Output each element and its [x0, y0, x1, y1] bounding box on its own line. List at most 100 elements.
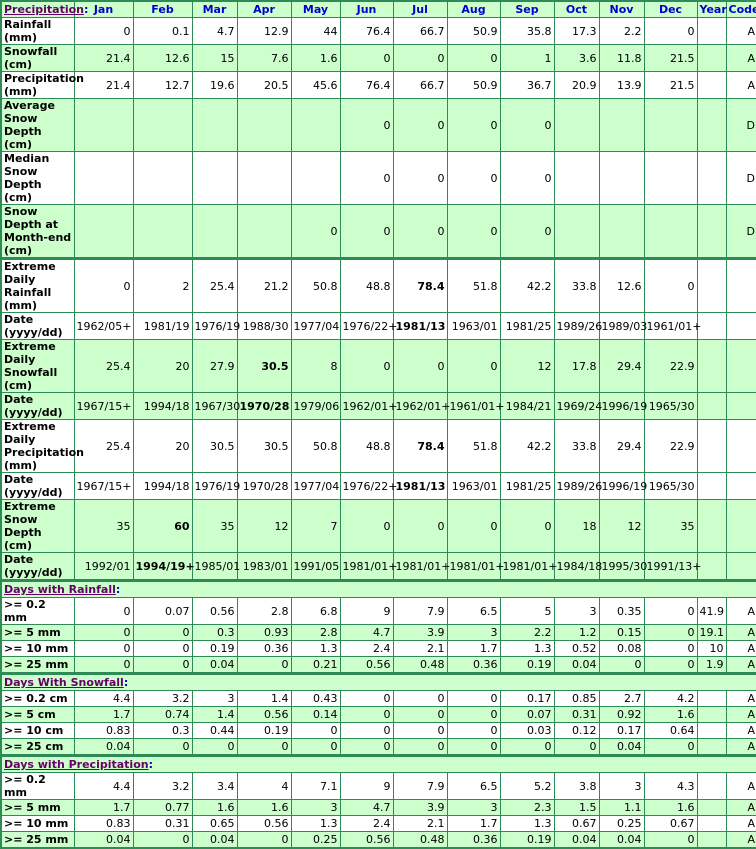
value-cell: 3	[553, 597, 600, 625]
value-cell: 6.5	[446, 772, 501, 800]
value-cell: 0.36	[236, 640, 292, 657]
value-cell: 30.5	[236, 339, 292, 393]
col-header: Jun	[339, 0, 394, 18]
value-cell: 12	[598, 499, 645, 553]
value-cell: 78.4	[392, 257, 448, 313]
code-cell: A	[725, 738, 756, 756]
section-link[interactable]: Days with Rainfall	[4, 583, 116, 596]
value-cell: 1967/30	[191, 392, 240, 420]
year-cell	[696, 151, 727, 205]
value-cell: 0	[446, 738, 501, 756]
value-cell: 7.1	[290, 772, 341, 800]
row-label: >= 25 mm	[0, 831, 75, 849]
value-cell: 1961/01+	[643, 312, 701, 340]
value-cell: 30.5	[191, 419, 238, 473]
table-body: Rainfall (mm) 0 0.1 4.7 12.9 44 76.4 66.7 50.9 35…	[0, 17, 756, 849]
value-cell: 3.6	[553, 44, 600, 72]
value-cell: 1.3	[290, 640, 341, 657]
col-header: Feb	[132, 0, 193, 18]
table-row: >= 25 mm 0.04 0 0.04 0 0.25 0.56 0.48 0.36 0.19 0.…	[0, 831, 756, 849]
value-cell: 1.1	[598, 799, 645, 816]
value-cell: 0	[643, 656, 698, 674]
value-cell	[553, 98, 600, 152]
year-cell	[696, 499, 727, 553]
code-cell	[725, 312, 756, 340]
value-cell: 0	[132, 656, 193, 674]
row-label: Snowfall (cm)	[0, 44, 75, 72]
year-cell	[696, 799, 727, 816]
code-cell: A	[725, 690, 756, 707]
section-link[interactable]: Days With Snowfall	[4, 676, 124, 689]
table-row: Date (yyyy/dd) 1967/15+ 1994/18 1967/30 1970…	[0, 392, 756, 420]
value-cell: 12.7	[132, 71, 193, 99]
value-cell: 1967/15+	[73, 472, 134, 500]
value-cell: 0	[339, 98, 394, 152]
value-cell: 17.3	[553, 17, 600, 45]
value-cell: 0	[446, 722, 501, 739]
table-row: Extreme Daily Snowfall (cm) 25.4 20 27.9 30.…	[0, 339, 756, 393]
value-cell: 1981/13	[392, 472, 448, 500]
value-cell: 25.4	[73, 339, 134, 393]
code-cell: A	[725, 706, 756, 723]
value-cell: 1965/30	[643, 392, 698, 420]
value-cell: 20	[132, 339, 193, 393]
row-label: Date (yyyy/dd)	[0, 552, 75, 581]
value-cell: 0.36	[446, 656, 501, 674]
precipitation-link[interactable]: Precipitation	[4, 3, 84, 16]
value-cell: 1.4	[236, 690, 292, 707]
value-cell: 0.04	[553, 831, 600, 849]
value-cell: 2.1	[392, 815, 448, 832]
value-cell: 1985/01	[191, 552, 240, 581]
col-header: Year	[696, 0, 727, 18]
value-cell: 0.56	[236, 815, 292, 832]
value-cell: 2.2	[598, 17, 645, 45]
col-header: Jul	[392, 0, 448, 18]
value-cell: 0	[290, 204, 341, 259]
value-cell: 0.56	[191, 597, 238, 625]
value-cell: 0	[392, 738, 448, 756]
value-cell: 1962/01+	[392, 392, 450, 420]
table-row: Extreme Daily Precipitation (mm) 25.4 20 30…	[0, 419, 756, 473]
value-cell: 4.7	[339, 799, 394, 816]
year-cell	[696, 738, 727, 756]
value-cell: 0.65	[191, 815, 238, 832]
value-cell: 0	[446, 499, 501, 553]
section-header-row: Days with Rainfall:	[0, 579, 756, 598]
value-cell: 51.8	[446, 419, 501, 473]
value-cell: 1994/19+	[132, 552, 195, 581]
row-label: Median Snow Depth (cm)	[0, 151, 75, 205]
value-cell: 0	[339, 151, 394, 205]
value-cell: 0.52	[553, 640, 600, 657]
value-cell: 2.4	[339, 815, 394, 832]
value-cell: 0.03	[499, 722, 555, 739]
value-cell: 0	[643, 624, 698, 641]
value-cell: 0	[339, 722, 394, 739]
value-cell: 0	[339, 44, 394, 72]
value-cell: 35	[191, 499, 238, 553]
value-cell: 0	[499, 738, 555, 756]
value-cell: 0.85	[553, 690, 600, 707]
section-link[interactable]: Days with Precipitation	[4, 758, 149, 771]
value-cell: 12	[499, 339, 555, 393]
value-cell: 0	[339, 499, 394, 553]
row-label: >= 10 mm	[0, 815, 75, 832]
value-cell: 42.2	[499, 419, 555, 473]
value-cell: 1.7	[73, 799, 134, 816]
value-cell: 0	[446, 690, 501, 707]
value-cell: 1.5	[553, 799, 600, 816]
value-cell: 1994/18	[132, 392, 193, 420]
value-cell: 50.9	[446, 17, 501, 45]
value-cell: 1976/19	[191, 312, 240, 340]
value-cell: 1967/15+	[73, 392, 134, 420]
year-cell	[696, 71, 727, 99]
year-cell	[696, 472, 727, 500]
value-cell: 3	[446, 799, 501, 816]
row-label: >= 10 cm	[0, 722, 75, 739]
value-cell: 0	[499, 151, 555, 205]
value-cell	[643, 151, 698, 205]
value-cell: 2.1	[392, 640, 448, 657]
table-row: >= 0.2 mm 4.4 3.2 3.4 4 7.1 9 7.9 6.5 5.2 3.8 3 4.3 A	[0, 772, 756, 800]
col-header: Aug	[446, 0, 501, 18]
precipitation-table: Precipitation: Jan Feb Mar Apr May Jun J…	[0, 0, 756, 849]
colon: :	[83, 3, 89, 16]
